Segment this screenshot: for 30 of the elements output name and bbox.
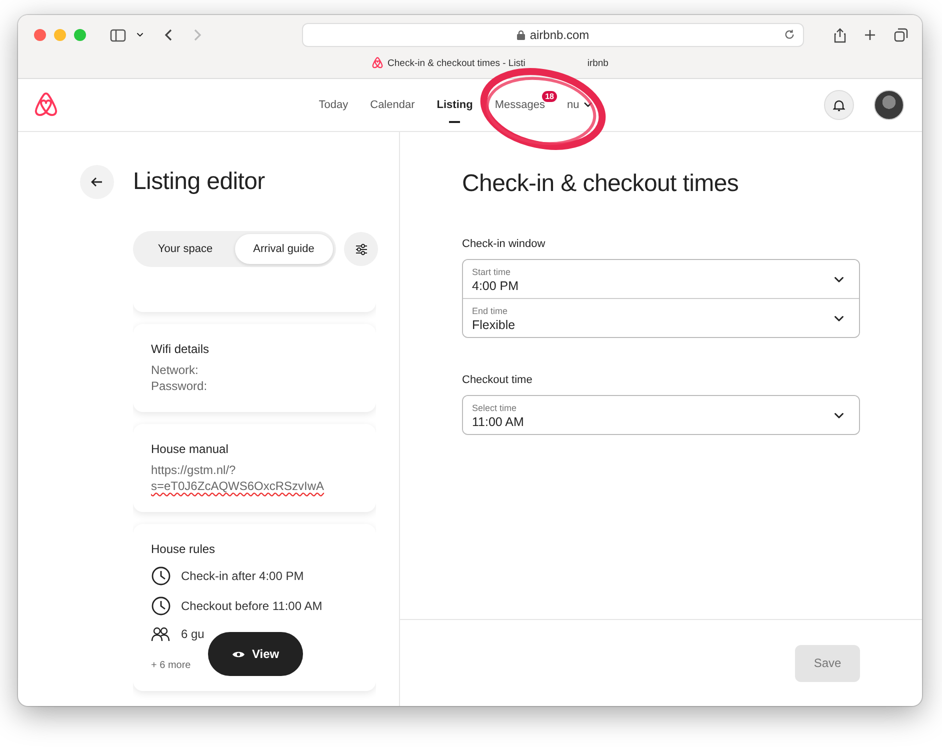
more-link[interactable]: + 6 more <box>151 660 191 671</box>
tab[interactable]: Arrival guide <box>234 234 333 264</box>
card-title: Wifi details <box>151 342 210 356</box>
tab-title[interactable]: irbnb <box>587 58 608 68</box>
tab[interactable]: Your space <box>136 234 234 264</box>
rule-text: Checkout before 11:00 AM <box>181 599 322 613</box>
nav-link[interactable]: Messages <box>494 91 545 119</box>
rule-text: 6 gu <box>181 627 204 641</box>
section-title: Check-in & checkout times <box>462 170 740 198</box>
time-select[interactable]: End time Flexible <box>463 298 859 337</box>
nav-link[interactable]: nu <box>566 91 594 119</box>
group-label: Checkout time <box>462 374 534 386</box>
card-text: https://gstm.nl/? <box>151 462 237 478</box>
rule-text: Check-in after 4:00 PM <box>181 569 304 583</box>
view-button[interactable]: View <box>208 632 304 676</box>
tab-title[interactable]: Check-in & checkout times - Listi <box>388 58 526 68</box>
time-select[interactable]: Select time 11:00 AM <box>463 396 859 434</box>
notification-badge: 18 <box>542 91 557 102</box>
card-title: House manual <box>151 442 230 456</box>
card-text: Network: <box>151 362 200 378</box>
page-title: Listing editor <box>133 168 265 196</box>
card-text: Password: <box>151 378 208 394</box>
info-card[interactable]: Wifi details Network: Password: <box>133 324 376 412</box>
nav-link[interactable]: Calendar <box>370 91 415 119</box>
info-card[interactable]: House manual https://gstm.nl/? s=eT0J6ZcAQWS6OxcRSzvIwA <box>133 424 376 512</box>
card-title: House rules <box>151 542 216 556</box>
address-field[interactable]: airbnb.com <box>302 23 804 47</box>
nav-link[interactable]: Today <box>318 91 348 119</box>
card-text: s=eT0J6ZcAQWS6OxcRSzvIwA <box>151 478 326 494</box>
group-label: Check-in window <box>462 238 546 250</box>
